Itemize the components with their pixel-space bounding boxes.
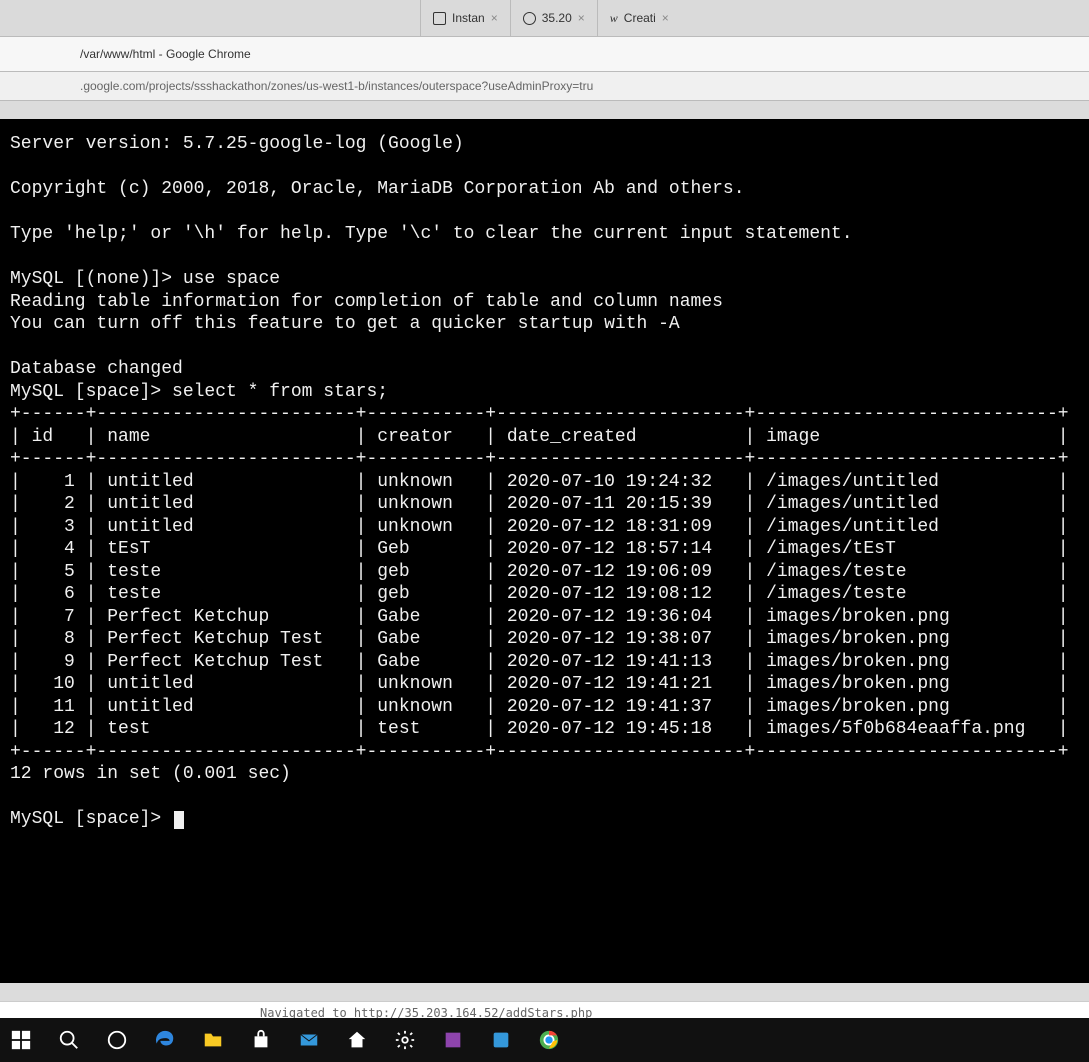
browser-tab[interactable]: w Creati ×	[597, 0, 681, 36]
browser-tab[interactable]: Instan ×	[420, 0, 510, 36]
browser-url-bar[interactable]: /var/www/html - Google Chrome	[0, 37, 1089, 72]
file-explorer-icon[interactable]	[198, 1025, 228, 1055]
tab-label: 35.20	[542, 11, 572, 25]
browser-tab-strip: Instan × 35.20 × w Creati ×	[0, 0, 1089, 37]
edge-icon[interactable]	[150, 1025, 180, 1055]
search-icon[interactable]	[54, 1025, 84, 1055]
cortana-icon[interactable]	[102, 1025, 132, 1055]
store-icon[interactable]	[246, 1025, 276, 1055]
home-icon[interactable]	[342, 1025, 372, 1055]
w-icon: w	[610, 11, 618, 26]
ssh-terminal[interactable]: Server version: 5.7.25-google-log (Googl…	[0, 119, 1089, 983]
stack-icon	[433, 12, 446, 25]
browser-address-field[interactable]: .google.com/projects/ssshackathon/zones/…	[0, 72, 1089, 101]
onenote-icon[interactable]	[438, 1025, 468, 1055]
close-icon[interactable]: ×	[491, 11, 498, 25]
windows-taskbar	[0, 1018, 1089, 1062]
close-icon[interactable]: ×	[578, 11, 585, 25]
maxthon-icon[interactable]	[486, 1025, 516, 1055]
chrome-icon[interactable]	[534, 1025, 564, 1055]
mail-icon[interactable]	[294, 1025, 324, 1055]
browser-tab[interactable]: 35.20 ×	[510, 0, 597, 36]
address-text: .google.com/projects/ssshackathon/zones/…	[80, 79, 593, 93]
settings-icon[interactable]	[390, 1025, 420, 1055]
start-icon[interactable]	[6, 1025, 36, 1055]
tab-label: Creati	[624, 11, 656, 25]
close-icon[interactable]: ×	[662, 11, 669, 25]
globe-icon	[523, 12, 536, 25]
window-title: /var/www/html - Google Chrome	[80, 47, 251, 61]
tab-label: Instan	[452, 11, 485, 25]
